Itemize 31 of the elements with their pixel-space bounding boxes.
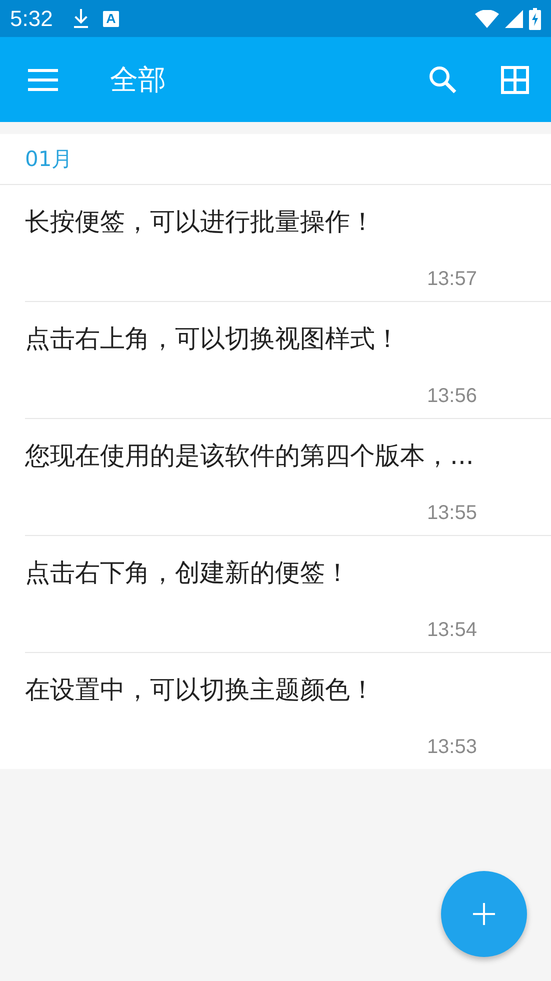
- note-time: 13:53: [426, 736, 477, 759]
- grid-icon: [501, 66, 529, 94]
- wifi-icon: [475, 10, 499, 28]
- search-icon: [429, 66, 457, 94]
- plus-icon: [473, 903, 495, 925]
- note-text: 在设置中，可以切换主题颜色！: [25, 674, 376, 706]
- app-title: 全部: [110, 62, 166, 98]
- note-item[interactable]: 在设置中，可以切换主题颜色！ 13:53: [25, 653, 551, 769]
- note-item[interactable]: 点击右上角，可以切换视图样式！ 13:56: [25, 302, 551, 419]
- note-item[interactable]: 长按便签，可以进行批量操作！ 13:57: [25, 185, 551, 302]
- note-item[interactable]: 您现在使用的是该软件的第四个版本，... 13:55: [25, 419, 551, 536]
- add-note-button[interactable]: [441, 871, 527, 957]
- menu-button[interactable]: [28, 68, 58, 90]
- note-text: 点击右上角，可以切换视图样式！: [25, 323, 401, 355]
- note-text: 您现在使用的是该软件的第四个版本，...: [25, 440, 475, 472]
- keyboard-icon: [102, 10, 119, 26]
- note-text: 长按便签，可以进行批量操作！: [25, 206, 376, 238]
- section-header: 01月: [25, 146, 73, 173]
- battery-icon: [529, 8, 541, 30]
- note-time: 13:57: [426, 268, 477, 291]
- note-time: 13:55: [426, 502, 477, 525]
- note-item[interactable]: 点击右下角，创建新的便签！ 13:54: [25, 536, 551, 653]
- note-time: 13:56: [426, 385, 477, 408]
- search-button[interactable]: [429, 66, 457, 94]
- signal-icon: [505, 10, 523, 28]
- grid-view-button[interactable]: [501, 66, 529, 94]
- download-icon: [72, 8, 89, 28]
- note-text: 点击右下角，创建新的便签！: [25, 557, 351, 589]
- menu-icon: [28, 68, 58, 90]
- note-time: 13:54: [426, 619, 477, 642]
- status-time: 5:32: [10, 6, 53, 32]
